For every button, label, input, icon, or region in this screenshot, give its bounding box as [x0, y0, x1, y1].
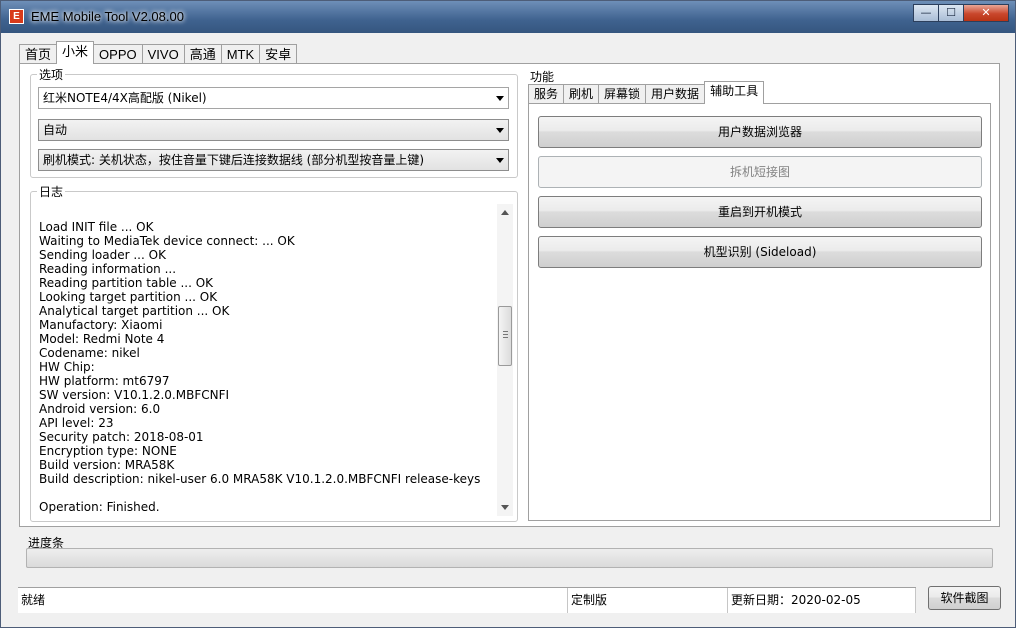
- log-line: Reading partition table ... OK: [39, 276, 214, 290]
- mode-select-value: 自动: [43, 123, 68, 137]
- status-update-date: 更新日期：2020-02-05: [728, 588, 916, 613]
- minimize-icon[interactable]: —: [913, 4, 939, 22]
- log-line: HW platform: mt6797: [39, 374, 170, 388]
- log-line: Analytical target partition ... OK: [39, 304, 230, 318]
- log-group: 日志 Load INIT file ... OK Waiting to Media…: [30, 183, 518, 522]
- tab-android[interactable]: 安卓: [259, 44, 298, 64]
- log-line: Reading information ...: [39, 262, 177, 276]
- log-line: Looking target partition ... OK: [39, 290, 218, 304]
- progress-group: 进度条: [19, 534, 1000, 574]
- tab-service[interactable]: 服务: [528, 84, 565, 104]
- log-line: Security patch: 2018-08-01: [39, 430, 204, 444]
- tab-tools[interactable]: 辅助工具: [704, 81, 765, 104]
- options-group-title: 选项: [37, 66, 66, 83]
- reboot-to-system-button[interactable]: 重启到开机模式: [538, 196, 982, 228]
- flash-mode-select[interactable]: 刷机模式: 关机状态，按住音量下键后连接数据线 (部分机型按音量上键): [38, 149, 509, 171]
- model-select-value: 红米NOTE4/4X高配版 (Nikel): [43, 91, 207, 105]
- tab-qualcomm[interactable]: 高通: [183, 44, 222, 64]
- grip-line: [503, 337, 508, 338]
- flash-mode-select-value: 刷机模式: 关机状态，按住音量下键后连接数据线 (部分机型按音量上键): [43, 153, 425, 167]
- log-output[interactable]: Load INIT file ... OK Waiting to MediaTek…: [39, 206, 499, 518]
- close-icon[interactable]: ✕: [963, 4, 1009, 22]
- user-data-browser-button[interactable]: 用户数据浏览器: [538, 116, 982, 148]
- log-group-title: 日志: [37, 183, 66, 200]
- tab-user-data[interactable]: 用户数据: [645, 84, 706, 104]
- brand-tabs: 首页 小米 OPPO VIVO 高通 MTK 安卓: [19, 41, 298, 64]
- main-window: E EME Mobile Tool V2.08.00 — ☐ ✕ 首页 小米 O…: [0, 0, 1016, 628]
- tab-flash[interactable]: 刷机: [563, 84, 600, 104]
- functions-group: 功能 服务 刷机 屏幕锁 用户数据 辅助工具 用户数据浏览器 拆机短接图 重启到…: [528, 68, 992, 522]
- log-line: Sending loader ... OK: [39, 248, 166, 262]
- log-line: SW version: V10.1.2.0.MBFCNFI: [39, 388, 230, 402]
- progress-bar: [26, 548, 993, 568]
- teardown-shortcut-diagram-button[interactable]: 拆机短接图: [538, 156, 982, 188]
- log-line: Waiting to MediaTek device connect: ... …: [39, 234, 295, 248]
- app-logo-icon: E: [9, 9, 24, 24]
- tab-screen-lock[interactable]: 屏幕锁: [598, 84, 647, 104]
- chevron-down-icon: [496, 96, 504, 101]
- tools-panel: 用户数据浏览器 拆机短接图 重启到开机模式 机型识别 (Sideload): [528, 103, 991, 521]
- mode-select[interactable]: 自动: [38, 119, 509, 141]
- scroll-thumb[interactable]: [498, 306, 512, 366]
- model-select[interactable]: 红米NOTE4/4X高配版 (Nikel): [38, 87, 509, 109]
- log-line: API level: 23: [39, 416, 114, 430]
- xiaomi-tab-panel: 选项 红米NOTE4/4X高配版 (Nikel) 自动 刷机模式: 关机状态，按…: [19, 63, 1000, 527]
- tab-oppo[interactable]: OPPO: [93, 44, 143, 64]
- status-state: 就绪: [18, 588, 568, 613]
- log-line: Codename: nikel: [39, 346, 140, 360]
- chevron-down-icon: [496, 158, 504, 163]
- tab-home[interactable]: 首页: [19, 44, 58, 64]
- tab-mtk[interactable]: MTK: [220, 44, 261, 64]
- screenshot-button[interactable]: 软件截图: [928, 586, 1001, 610]
- function-tabs: 服务 刷机 屏幕锁 用户数据 辅助工具: [528, 81, 765, 104]
- log-line: Encryption type: NONE: [39, 444, 177, 458]
- log-line: Android version: 6.0: [39, 402, 161, 416]
- status-edition: 定制版: [568, 588, 728, 613]
- chevron-down-icon: [496, 128, 504, 133]
- log-line: Build description: nikel-user 6.0 MRA58K…: [39, 472, 481, 486]
- log-scrollbar[interactable]: [497, 204, 513, 516]
- scroll-down-icon[interactable]: [501, 505, 509, 510]
- maximize-icon[interactable]: ☐: [938, 4, 964, 22]
- log-line: Model: Redmi Note 4: [39, 332, 165, 346]
- tab-xiaomi[interactable]: 小米: [56, 41, 95, 64]
- grip-line: [503, 334, 508, 335]
- window-title: EME Mobile Tool V2.08.00: [31, 9, 184, 24]
- log-line: HW Chip:: [39, 360, 95, 374]
- options-group: 选项 红米NOTE4/4X高配版 (Nikel) 自动 刷机模式: 关机状态，按…: [30, 66, 518, 178]
- functions-group-title: 功能: [528, 68, 557, 85]
- log-line: Manufactory: Xiaomi: [39, 318, 163, 332]
- scroll-up-icon[interactable]: [501, 210, 509, 215]
- log-line: Build version: MRA58K: [39, 458, 175, 472]
- caption-buttons: — ☐ ✕: [913, 4, 1009, 22]
- grip-line: [503, 331, 508, 332]
- log-line: Operation: Finished.: [39, 500, 160, 514]
- title-bar[interactable]: E EME Mobile Tool V2.08.00 — ☐ ✕: [1, 1, 1015, 33]
- tab-vivo[interactable]: VIVO: [141, 44, 185, 64]
- model-identify-sideload-button[interactable]: 机型识别 (Sideload): [538, 236, 982, 268]
- log-line: Load INIT file ... OK: [39, 220, 154, 234]
- status-bar: 就绪 定制版 更新日期：2020-02-05: [18, 587, 916, 613]
